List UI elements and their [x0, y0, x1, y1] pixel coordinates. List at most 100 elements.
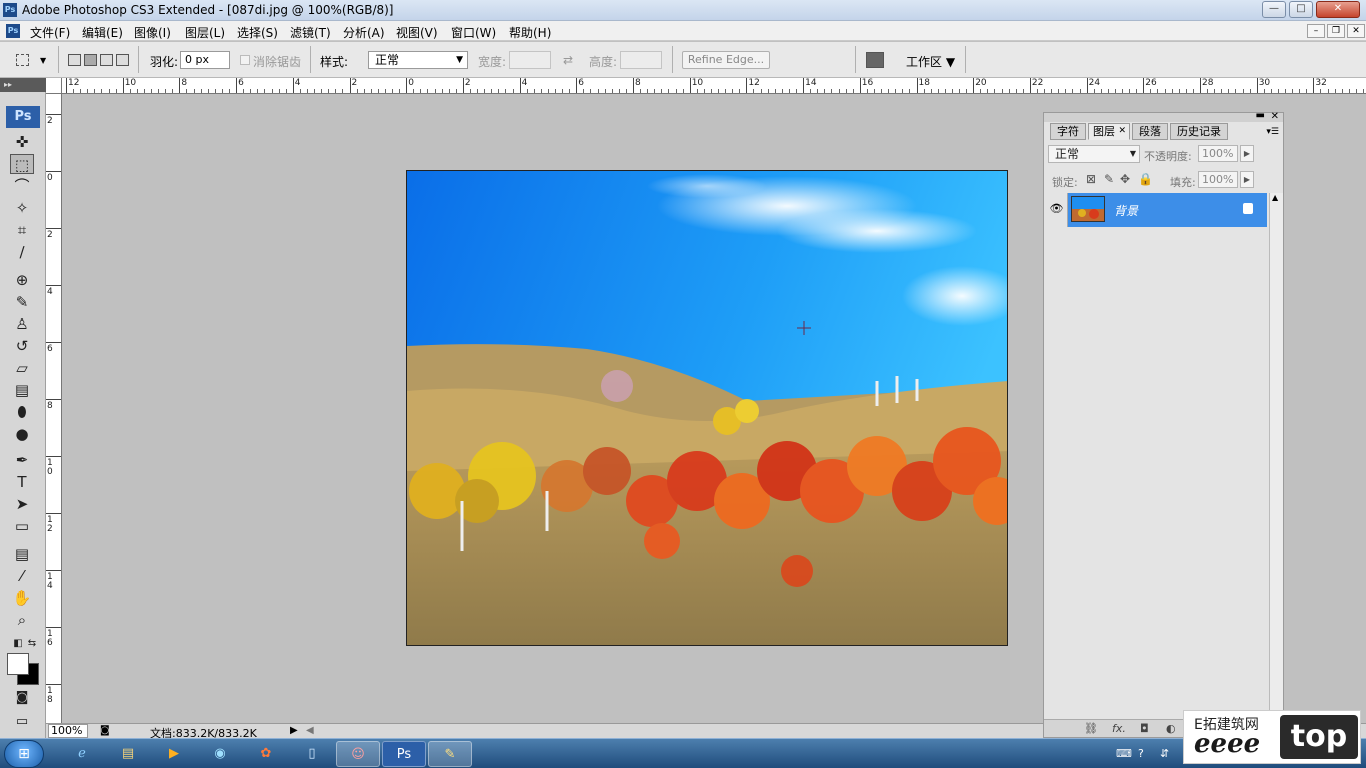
menu-help[interactable]: 帮助(H) [509, 24, 551, 41]
subtract-selection-icon[interactable] [100, 54, 113, 66]
dodge-tool[interactable]: ● [10, 424, 34, 444]
horizontal-ruler[interactable]: 12 10 8 6 4 2 0 2 4 6 8 10 12 14 16 18 20 22 24 26 28 30 32 [62, 78, 1366, 94]
bridge-icon[interactable] [866, 52, 884, 68]
qq-icon[interactable]: ☺ [336, 741, 380, 767]
swap-dimensions-icon[interactable]: ⇄ [563, 53, 573, 67]
fill-arrow-icon[interactable]: ▶ [1240, 171, 1254, 188]
slice-tool[interactable]: ∕ [10, 242, 34, 262]
document-restore-button[interactable]: ❐ [1327, 24, 1345, 38]
notepad-icon[interactable]: ▯ [290, 741, 334, 767]
type-tool[interactable]: T [10, 472, 34, 492]
panel-topbar[interactable] [1044, 113, 1283, 122]
fx-icon[interactable]: fx. [1112, 722, 1126, 735]
new-selection-icon[interactable] [68, 54, 81, 66]
document-minimize-button[interactable]: – [1307, 24, 1325, 38]
notes-tool[interactable]: ▤ [10, 544, 34, 564]
menu-file[interactable]: 文件(F) [30, 24, 70, 41]
history-brush-tool[interactable]: ↺ [10, 336, 34, 356]
lock-position-icon[interactable]: ✥ [1120, 172, 1130, 186]
lock-transparency-icon[interactable]: ⊠ [1086, 172, 1096, 186]
shape-tool[interactable]: ▭ [10, 516, 34, 536]
clone-stamp-tool[interactable]: ♙ [10, 314, 34, 334]
lock-pixels-icon[interactable]: ✎ [1104, 172, 1114, 186]
document-image[interactable] [406, 170, 1008, 646]
ie-icon[interactable]: ℯ [60, 741, 104, 767]
crop-tool[interactable]: ⌗ [10, 220, 34, 240]
workspace-menu[interactable]: 工作区 ▼ [906, 53, 955, 70]
blur-tool[interactable]: ⬮ [10, 402, 34, 422]
document-icon[interactable]: Ps [6, 24, 20, 38]
panel-close-icon[interactable]: ✕ [1271, 111, 1279, 122]
menu-image[interactable]: 图像(I) [134, 24, 171, 41]
screen-mode-icon[interactable]: ▭ [10, 712, 34, 732]
menu-layer[interactable]: 图层(L) [185, 24, 225, 41]
pen-tool[interactable]: ✒ [10, 450, 34, 470]
marquee-tool[interactable]: ⬚ [10, 154, 34, 174]
width-input[interactable] [509, 51, 551, 69]
close-button[interactable]: ✕ [1316, 1, 1360, 18]
tab-close-icon[interactable]: ✕ [1118, 124, 1126, 139]
gradient-tool[interactable]: ▤ [10, 380, 34, 400]
menu-analysis[interactable]: 分析(A) [343, 24, 385, 41]
menu-edit[interactable]: 编辑(E) [82, 24, 123, 41]
scroll-up-icon[interactable]: ▲ [1272, 193, 1278, 202]
tab-layers[interactable]: 图层 ✕ [1088, 123, 1130, 140]
layers-scrollbar[interactable]: ▲ [1269, 193, 1283, 723]
keyboard-icon[interactable]: ⌨ [1116, 747, 1132, 760]
quick-mask-icon[interactable]: ◙ [10, 688, 34, 708]
swap-colors-icon[interactable]: ⇆ [20, 634, 44, 654]
vertical-ruler[interactable]: 2 0 2 4 6 8 1 0 1 2 1 4 1 6 1 8 [46, 94, 62, 724]
foreground-color-swatch[interactable] [7, 653, 29, 675]
antialias-checkbox[interactable] [240, 55, 250, 65]
media-player-icon[interactable]: ▶ [152, 741, 196, 767]
fill-input[interactable]: 100% [1198, 171, 1238, 188]
magic-wand-tool[interactable]: ✧ [10, 198, 34, 218]
status-arrow-icon[interactable]: ▶ [290, 725, 298, 736]
tab-history[interactable]: 历史记录 [1170, 123, 1228, 140]
maximize-button[interactable]: □ [1289, 1, 1313, 18]
lock-all-icon[interactable]: 🔒 [1138, 172, 1153, 186]
lasso-tool[interactable]: ⌒ [10, 176, 34, 196]
feather-input[interactable]: 0 px [180, 51, 230, 69]
hand-tool[interactable]: ✋ [10, 588, 34, 608]
paint-icon[interactable]: ✎ [428, 741, 472, 767]
tab-paragraph[interactable]: 段落 [1132, 123, 1168, 140]
zoom-tool[interactable]: ⌕ [10, 610, 34, 630]
menu-filter[interactable]: 滤镜(T) [290, 24, 331, 41]
menu-window[interactable]: 窗口(W) [451, 24, 496, 41]
menu-select[interactable]: 选择(S) [237, 24, 278, 41]
photoshop-logo[interactable]: Ps [6, 106, 40, 128]
eraser-tool[interactable]: ▱ [10, 358, 34, 378]
opacity-arrow-icon[interactable]: ▶ [1240, 145, 1254, 162]
height-input[interactable] [620, 51, 662, 69]
eyedropper-tool[interactable]: ⁄ [10, 566, 34, 586]
preset-dropdown-icon[interactable]: ▼ [40, 56, 46, 65]
style-select[interactable]: 正常 ▼ [368, 51, 468, 69]
toolbox-grip[interactable]: ▸▸ [0, 78, 46, 92]
photoshop-taskbar-icon[interactable]: Ps [382, 741, 426, 767]
healing-brush-tool[interactable]: ⊕ [10, 270, 34, 290]
blend-mode-select[interactable]: 正常 ▼ [1048, 145, 1140, 163]
add-selection-icon[interactable] [84, 54, 97, 66]
explorer-icon[interactable]: ▤ [106, 741, 150, 767]
start-button[interactable]: ⊞ [4, 740, 44, 768]
network-icon[interactable]: ⇵ [1160, 747, 1169, 760]
status-menu-icon[interactable]: ◙ [100, 725, 110, 736]
panel-menu-icon[interactable]: ▾☰ [1266, 127, 1279, 137]
layer-name[interactable]: 背景 [1114, 202, 1138, 219]
opacity-input[interactable]: 100% [1198, 145, 1238, 162]
menu-view[interactable]: 视图(V) [396, 24, 438, 41]
minimize-button[interactable]: — [1262, 1, 1286, 18]
visibility-eye-icon[interactable]: 👁 [1046, 193, 1068, 227]
help-icon[interactable]: ? [1138, 747, 1144, 760]
document-close-button[interactable]: ✕ [1347, 24, 1365, 38]
intersect-selection-icon[interactable] [116, 54, 129, 66]
marquee-preset-icon[interactable] [16, 54, 29, 66]
path-selection-tool[interactable]: ➤ [10, 494, 34, 514]
color-app-icon[interactable]: ✿ [244, 741, 288, 767]
move-tool[interactable]: ✜ [10, 132, 34, 152]
messenger-icon[interactable]: ◉ [198, 741, 242, 767]
adjustment-icon[interactable]: ◐ [1166, 722, 1176, 735]
refine-edge-button[interactable]: Refine Edge... [682, 51, 770, 69]
layer-row[interactable]: 👁 背景 [1046, 193, 1267, 227]
